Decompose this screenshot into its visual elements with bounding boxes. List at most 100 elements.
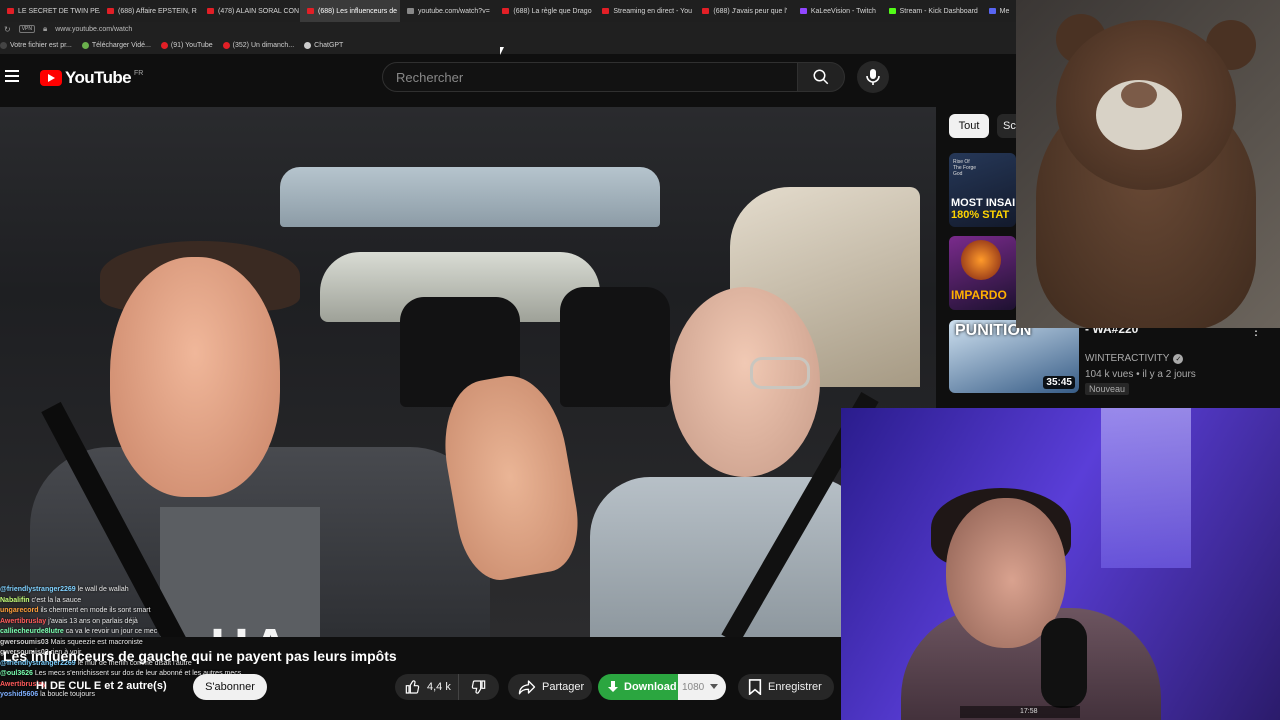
tab-label: KaLeeVision - Twitch — [810, 7, 876, 15]
bookmark-favicon-icon — [81, 41, 89, 49]
chat-text: Mais squeezie est macroniste — [50, 638, 143, 646]
recommended-thumbnail[interactable]: Rise Of The Forge God MOST INSAI 180% ST… — [949, 153, 1016, 227]
chat-text: ca va le revoir un jour ce mec — [65, 628, 158, 635]
like-dislike-group: 4,4 k — [395, 674, 499, 700]
tab-favicon-icon — [799, 8, 807, 14]
tab-favicon-icon — [7, 8, 14, 14]
chevron-down-icon — [710, 684, 719, 689]
browser-tab[interactable]: LE SECRET DE TWIN PEA — [0, 0, 100, 22]
thumbnail-line: 180% STAT — [951, 209, 1010, 221]
browser-tab[interactable]: (688) Les influenceurs de — [300, 0, 400, 22]
chat-text: la boucle toujours — [40, 691, 95, 698]
share-icon — [518, 680, 536, 695]
tab-label: (478) ALAIN SORAL CON — [218, 7, 300, 15]
quality-value: 1080 — [682, 681, 705, 693]
webcam-teddy-bear — [1016, 0, 1280, 328]
chat-username: calliecheurde8lutre — [0, 628, 64, 635]
reload-icon[interactable]: ↻ — [4, 25, 11, 34]
search-icon — [813, 69, 829, 85]
search-button[interactable] — [797, 62, 845, 92]
tab-favicon-icon — [702, 8, 710, 14]
tab-label: LE SECRET DE TWIN PEA — [18, 7, 100, 15]
video-player[interactable]: HA — [0, 107, 936, 637]
voice-search-button[interactable] — [857, 61, 889, 93]
share-button[interactable]: Partager — [508, 674, 592, 700]
chat-message: ungarecord ils cherment en mode ils sont… — [0, 606, 300, 617]
chat-message: Awertibruslay j'avais 13 ans on parlais … — [0, 617, 300, 628]
tab-label: (688) Affaire EPSTEIN, R — [118, 7, 197, 15]
tab-label: (688) Les influenceurs de — [318, 7, 397, 15]
youtube-play-icon — [40, 70, 62, 86]
screen: LE SECRET DE TWIN PEA (688) Affaire EPSTE… — [0, 0, 1280, 720]
browser-tab[interactable]: (688) La règle que Drago — [495, 0, 595, 22]
tab-favicon-icon — [888, 8, 896, 14]
browser-tab[interactable]: youtube.com/watch?v= — [400, 0, 495, 22]
youtube-logo[interactable]: YouTube FR — [40, 68, 143, 88]
browser-addressbar: ↻ VPN 🔒︎ www.youtube.com/watch — [0, 22, 1016, 36]
browser-tab[interactable]: Me — [982, 0, 1016, 22]
bookmark-icon — [748, 679, 762, 695]
vpn-badge[interactable]: VPN — [18, 25, 35, 33]
chat-username: yoshid5606 — [0, 691, 39, 698]
browser-tab[interactable]: (478) ALAIN SORAL CON — [200, 0, 300, 22]
thumbnail-art — [961, 240, 1001, 280]
recommended-thumbnail[interactable]: IMPARDO — [949, 236, 1016, 310]
bookmark-favicon-icon — [304, 41, 312, 49]
video-sunroof — [280, 167, 660, 227]
recommended-channel-name: WINTERACTIVITY — [1085, 353, 1170, 364]
chat-message: gwersoumis03 Mais squeezie est macronist… — [0, 638, 300, 649]
bookmarks-bar: Votre fichier est pr... Télécharger Vidé.… — [0, 36, 1016, 54]
tab-label: Streaming en direct - You — [613, 7, 692, 15]
thumbnail-text: IMPARDO — [951, 288, 1007, 302]
browser-tab[interactable]: Stream - Kick Dashboard — [882, 0, 982, 22]
verified-icon: ✓ — [1173, 353, 1184, 364]
video-duration: 35:45 — [1043, 376, 1075, 389]
mouse-cursor — [500, 47, 504, 55]
channel-name[interactable]: HI DE CUL E et 2 autre(s) — [36, 680, 167, 692]
download-button[interactable]: Download — [598, 674, 678, 700]
thumbnail-line: MOST INSAI — [951, 197, 1016, 209]
recommended-thumbnail[interactable]: PUNITION 35:45 — [949, 320, 1079, 393]
tab-favicon-icon — [307, 8, 314, 14]
chip-all[interactable]: Tout — [949, 114, 989, 138]
like-button[interactable]: 4,4 k — [395, 674, 459, 700]
browser-tab[interactable]: Streaming en direct - You — [595, 0, 695, 22]
dislike-button[interactable] — [459, 674, 497, 700]
bookmark-label: Votre fichier est pr... — [10, 41, 72, 49]
search-input[interactable]: Rechercher — [382, 62, 798, 92]
bookmark-label: (91) YouTube — [170, 41, 213, 49]
chip-second[interactable]: Sc — [997, 114, 1016, 138]
hamburger-menu-icon[interactable] — [5, 70, 19, 82]
url-field[interactable]: www.youtube.com/watch — [55, 26, 132, 33]
bookmark-label: ChatGPT — [314, 41, 344, 49]
download-label: Download — [624, 681, 677, 693]
browser-tab[interactable]: (688) J'avais peur que l' — [695, 0, 792, 22]
subscribe-button[interactable]: S'abonner — [193, 674, 267, 700]
region-label: FR — [134, 69, 144, 77]
download-arrow-icon — [608, 681, 618, 692]
microphone — [1041, 618, 1087, 708]
tab-label: (688) J'avais peur que l' — [713, 7, 788, 15]
bookmark-item[interactable]: Votre fichier est pr... — [0, 41, 72, 49]
browser-tab[interactable]: (688) Affaire EPSTEIN, R — [100, 0, 200, 22]
like-count: 4,4 k — [427, 681, 451, 693]
stream-overlay-clock: 17:58 — [960, 706, 1080, 718]
recommended-channel[interactable]: WINTERACTIVITY ✓ — [1085, 353, 1184, 364]
thumbnail-caption: Rise Of The Forge God — [953, 159, 977, 177]
thumbs-up-icon — [405, 680, 420, 694]
bookmark-item[interactable]: (352) Un dimanch... — [222, 41, 294, 49]
tab-favicon-icon — [502, 8, 510, 14]
bookmark-item[interactable]: ChatGPT — [304, 41, 344, 49]
browser-tab[interactable]: KaLeeVision - Twitch — [793, 0, 882, 22]
chat-username: gwersoumis03 — [0, 638, 49, 646]
bookmark-favicon-icon — [222, 41, 230, 49]
save-button[interactable]: Enregistrer — [738, 674, 834, 700]
microphone-icon — [866, 69, 880, 85]
chat-username: Nabalifin — [0, 596, 30, 604]
tab-label: (688) La règle que Drago — [513, 7, 592, 15]
bookmark-item[interactable]: Télécharger Vidé... — [81, 41, 151, 49]
youtube-header: YouTube FR Rechercher — [0, 54, 1016, 100]
download-quality-select[interactable]: 1080 — [678, 674, 726, 700]
bookmark-item[interactable]: (91) YouTube — [160, 41, 213, 49]
youtube-logo-text: YouTube — [65, 68, 132, 87]
